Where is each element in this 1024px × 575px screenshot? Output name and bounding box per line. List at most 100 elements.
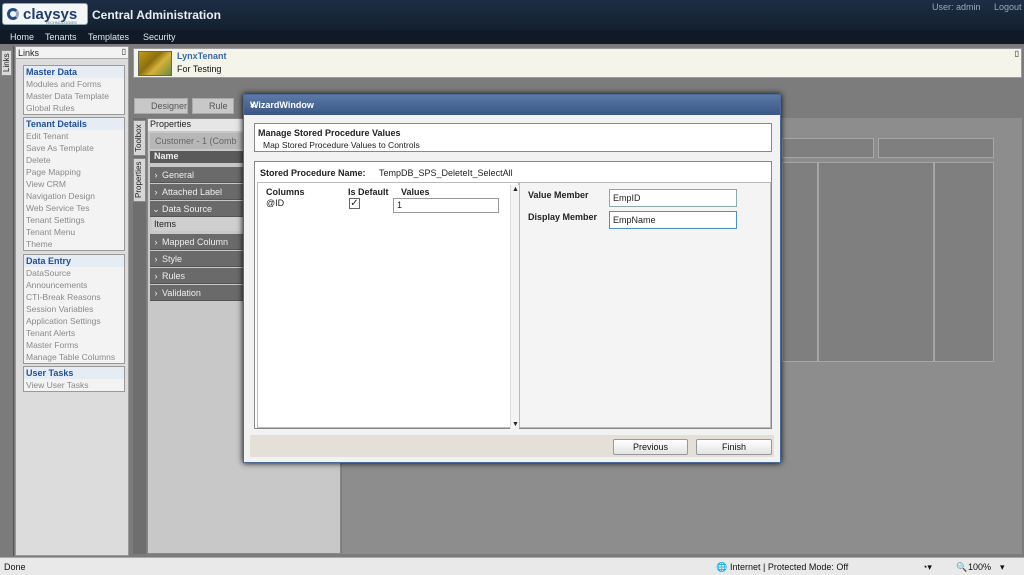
browser-status-bar: Done 🌐 Internet | Protected Mode: Off ◔▾… bbox=[0, 557, 1024, 575]
link-tenant-alerts[interactable]: Tenant Alerts bbox=[24, 327, 124, 339]
is-default-header: Is Default bbox=[348, 187, 389, 197]
link-delete[interactable]: Delete bbox=[24, 154, 124, 166]
link-session-variables[interactable]: Session Variables bbox=[24, 303, 124, 315]
link-edit-tenant[interactable]: Edit Tenant bbox=[24, 130, 124, 142]
group-title: Master Data bbox=[24, 66, 124, 78]
chevron-right-icon: › bbox=[154, 271, 158, 281]
link-cti-break-reasons[interactable]: CTI-Break Reasons bbox=[24, 291, 124, 303]
chevron-right-icon: › bbox=[154, 288, 158, 298]
sp-name-value: TempDB_SPS_DeleteIt_SelectAll bbox=[379, 168, 513, 178]
prop-label: Style bbox=[162, 254, 183, 264]
links-title: Links bbox=[18, 48, 40, 58]
link-save-as-template[interactable]: Save As Template bbox=[24, 142, 124, 154]
globe-icon: 🌐 bbox=[716, 562, 728, 572]
link-application-settings[interactable]: Application Settings bbox=[24, 315, 124, 327]
link-manage-table-columns[interactable]: Manage Table Columns bbox=[24, 351, 124, 363]
menu-home[interactable]: Home bbox=[10, 32, 34, 42]
menu-tenants[interactable]: Tenants bbox=[45, 32, 77, 42]
wizard-footer: Previous Finish bbox=[250, 435, 774, 457]
is-default-checkbox[interactable]: ✓ bbox=[349, 198, 360, 209]
finish-button[interactable]: Finish bbox=[696, 439, 772, 455]
link-view-crm[interactable]: View CRM bbox=[24, 178, 124, 190]
link-tenant-settings[interactable]: Tenant Settings bbox=[24, 214, 124, 226]
grid-cell bbox=[878, 138, 994, 158]
logo-mark-icon bbox=[7, 8, 19, 20]
grid-column bbox=[818, 162, 934, 362]
prop-label: Validation bbox=[162, 288, 201, 298]
prop-label: Attached Label bbox=[162, 187, 223, 197]
links-side-tab: Links bbox=[0, 46, 14, 556]
step-subtitle: Map Stored Procedure Values to Controls bbox=[263, 140, 420, 150]
properties-tab[interactable]: Properties bbox=[133, 158, 146, 202]
grid-cell bbox=[782, 138, 874, 158]
previous-button[interactable]: Previous bbox=[613, 439, 688, 455]
toolbox-tab[interactable]: Toolbox bbox=[133, 120, 146, 156]
tenant-description: For Testing bbox=[177, 64, 222, 74]
link-datasource[interactable]: DataSource bbox=[24, 267, 124, 279]
step-title: Manage Stored Procedure Values bbox=[258, 128, 401, 138]
group-title: Data Entry bbox=[24, 255, 124, 267]
display-member-input[interactable]: EmpName bbox=[609, 211, 737, 229]
link-web-service-test[interactable]: Web Service Tes bbox=[24, 202, 124, 214]
protected-mode-icon[interactable]: ◔▾ bbox=[922, 562, 932, 573]
scroll-up-icon[interactable]: ▲ bbox=[512, 186, 519, 193]
rule-tab[interactable]: Rule bbox=[192, 98, 234, 114]
members-panel: Value Member EmpID Display Member EmpNam… bbox=[519, 182, 771, 428]
group-data-entry: Data Entry DataSource Announcements CTI-… bbox=[23, 254, 125, 364]
link-page-mapping[interactable]: Page Mapping bbox=[24, 166, 124, 178]
link-global-rules[interactable]: Global Rules bbox=[24, 102, 124, 114]
link-theme[interactable]: Theme bbox=[24, 238, 124, 250]
grid-column bbox=[934, 162, 994, 362]
group-tenant-details: Tenant Details Edit Tenant Save As Templ… bbox=[23, 117, 125, 251]
columns-scrollbar[interactable]: ▲ ▼ bbox=[510, 185, 519, 429]
value-member-label: Value Member bbox=[528, 190, 589, 200]
app-header: claysys TECHNOLOGIES Central Administrat… bbox=[0, 0, 1024, 30]
links-panel: Links ▯ Master Data Modules and Forms Ma… bbox=[15, 46, 129, 556]
link-modules-and-forms[interactable]: Modules and Forms bbox=[24, 78, 124, 90]
prop-label: Mapped Column bbox=[162, 237, 229, 247]
pin-icon[interactable]: ▯ bbox=[1015, 49, 1019, 58]
chevron-down-icon[interactable]: ▾ bbox=[1000, 562, 1005, 573]
user-label: User: admin bbox=[932, 2, 981, 12]
wizard-title-bar: WizardWindow × bbox=[244, 95, 780, 115]
links-header: Links ▯ bbox=[16, 47, 128, 59]
chevron-right-icon: › bbox=[154, 237, 158, 247]
columns-panel: Columns Is Default Values @ID ✓ 1 ▲ ▼ bbox=[257, 182, 519, 429]
columns-header: Columns bbox=[266, 187, 305, 197]
scroll-down-icon[interactable]: ▼ bbox=[512, 421, 519, 428]
claysys-logo[interactable]: claysys TECHNOLOGIES bbox=[2, 3, 88, 25]
grid-column bbox=[782, 162, 818, 362]
group-user-tasks: User Tasks View User Tasks bbox=[23, 366, 125, 392]
step-header: Manage Stored Procedure Values Map Store… bbox=[254, 123, 772, 152]
link-navigation-design[interactable]: Navigation Design bbox=[24, 190, 124, 202]
logout-link[interactable]: Logout bbox=[994, 2, 1022, 12]
link-master-forms[interactable]: Master Forms bbox=[24, 339, 124, 351]
side-tabs: Toolbox Properties bbox=[133, 118, 146, 554]
pin-icon[interactable]: ▯ bbox=[122, 47, 126, 56]
tenant-name[interactable]: LynxTenant bbox=[177, 51, 227, 61]
chevron-right-icon: › bbox=[154, 254, 158, 264]
security-zone[interactable]: Internet | Protected Mode: Off bbox=[730, 562, 848, 572]
main-menu: Home Tenants Templates Security bbox=[0, 30, 1024, 44]
values-header: Values bbox=[401, 187, 430, 197]
column-name: @ID bbox=[266, 198, 285, 208]
zoom-level[interactable]: 100% bbox=[968, 562, 991, 572]
link-view-user-tasks[interactable]: View User Tasks bbox=[24, 379, 124, 391]
status-text: Done bbox=[4, 562, 26, 572]
value-member-input[interactable]: EmpID bbox=[609, 189, 737, 207]
app-title: Central Administration bbox=[92, 8, 221, 22]
sp-name-label: Stored Procedure Name: bbox=[260, 168, 366, 178]
menu-templates[interactable]: Templates bbox=[88, 32, 129, 42]
menu-security[interactable]: Security bbox=[143, 32, 176, 42]
designer-tab[interactable]: Designer bbox=[134, 98, 188, 114]
logo-subtext: TECHNOLOGIES bbox=[45, 20, 77, 25]
link-master-data-template[interactable]: Master Data Template bbox=[24, 90, 124, 102]
links-tab-label[interactable]: Links bbox=[1, 50, 12, 76]
zoom-icon: 🔍 bbox=[956, 562, 968, 572]
column-value-input[interactable]: 1 bbox=[393, 198, 499, 213]
stored-procedure-section: Stored Procedure Name: TempDB_SPS_Delete… bbox=[254, 161, 772, 429]
link-tenant-menu[interactable]: Tenant Menu bbox=[24, 226, 124, 238]
tenant-image bbox=[138, 51, 172, 76]
close-icon[interactable]: × bbox=[250, 100, 773, 110]
link-announcements[interactable]: Announcements bbox=[24, 279, 124, 291]
